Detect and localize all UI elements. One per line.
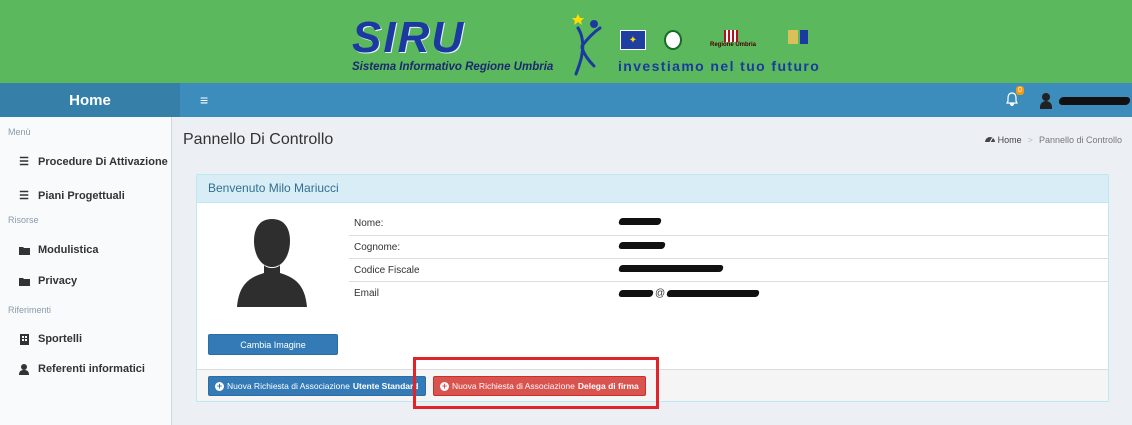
button-label-bold: Delega di firma (577, 381, 639, 391)
button-label: Nuova Richiesta di Associazione (227, 381, 350, 391)
sidebar-item-privacy[interactable]: Privacy (17, 275, 77, 287)
user-icon (17, 363, 31, 375)
main-content: Pannello Di Controllo Home > Pannello di… (173, 117, 1132, 425)
sidebar-item-procedure[interactable]: ☰ Procedure Di Attivazione (17, 155, 168, 169)
sidebar-item-label: Privacy (38, 275, 78, 287)
building-icon (17, 333, 31, 345)
welcome-panel: Benvenuto Milo Mariucci Cambia Imagine N… (196, 174, 1109, 402)
table-row: Codice Fiscale (349, 258, 1109, 281)
regione-umbria-logo: Regione Umbria (706, 30, 766, 52)
notifications-count-badge: 0 (1016, 86, 1024, 95)
plus-circle-icon: + (440, 380, 449, 391)
field-label-nome: Nome: (354, 218, 384, 229)
field-value-cognome (618, 242, 666, 249)
field-value-codice-fiscale (618, 265, 724, 272)
table-row: Email @ (349, 281, 1109, 304)
redacted-username (1058, 97, 1131, 105)
new-delega-request-button[interactable]: + Nuova Richiesta di Associazione Delega… (433, 376, 646, 396)
home-link[interactable]: Home (0, 83, 180, 117)
panel-heading: Benvenuto Milo Mariucci (197, 175, 1108, 203)
breadcrumb-home[interactable]: Home (998, 135, 1022, 145)
sidebar-item-label: Referenti informatici (38, 363, 145, 375)
dashboard-icon (984, 134, 995, 145)
siru-logo: SIRU Sistema Informativo Regione Umbria (352, 13, 554, 76)
partner-logos: ✦ Regione Umbria (620, 30, 840, 52)
menu-toggle-icon[interactable]: ≡ (200, 83, 208, 117)
new-standard-user-request-button[interactable]: + Nuova Richiesta di Associazione Utente… (208, 376, 426, 396)
sidebar-item-referenti[interactable]: Referenti informatici (17, 363, 145, 375)
tagline: investiamo nel tuo futuro (618, 58, 821, 74)
user-icon (1040, 93, 1052, 109)
sidebar: Menù ☰ Procedure Di Attivazione ☰ Piani … (0, 117, 172, 425)
sidebar-item-piani[interactable]: ☰ Piani Progettuali (17, 189, 125, 203)
fse-logo-icon (788, 30, 838, 52)
eu-flag-icon: ✦ (620, 30, 646, 50)
sidebar-header-risorse: Risorse (8, 215, 39, 225)
user-menu[interactable] (1040, 91, 1131, 111)
plus-circle-icon: + (215, 380, 224, 391)
field-value-email: @ (618, 288, 760, 299)
sidebar-item-label: Sportelli (38, 333, 83, 345)
button-label: Nuova Richiesta di Associazione (452, 381, 575, 391)
breadcrumb-separator: > (1027, 134, 1033, 145)
sidebar-item-label: Modulistica (38, 244, 99, 256)
sidebar-item-label: Piani Progettuali (38, 189, 125, 202)
field-label-email: Email (354, 288, 380, 299)
fse-figure-icon (572, 14, 602, 76)
sidebar-item-label: Procedure Di Attivazione (38, 155, 168, 168)
breadcrumb-current: Pannello di Controllo (1038, 134, 1122, 145)
breadcrumb: Home > Pannello di Controllo (984, 134, 1122, 145)
sidebar-item-modulistica[interactable]: Modulistica (17, 244, 99, 256)
page-title: Pannello Di Controllo (183, 131, 334, 148)
change-image-button[interactable]: Cambia Imagine (208, 334, 338, 355)
top-navbar: Home ≡ 0 (0, 83, 1132, 117)
folder-icon (17, 246, 31, 255)
list-icon: ☰ (19, 156, 29, 168)
italian-republic-emblem-icon (664, 30, 682, 50)
button-label-bold: Utente Standard (352, 381, 419, 391)
regione-umbria-label: Regione Umbria (710, 42, 757, 48)
field-label-cognome: Cognome: (354, 242, 401, 253)
sidebar-header-menu: Menù (8, 127, 31, 137)
avatar-placeholder-icon (237, 219, 307, 307)
table-row: Cognome: (349, 235, 1109, 258)
sidebar-item-sportelli[interactable]: Sportelli (17, 333, 82, 345)
siru-logo-subtitle: Sistema Informativo Regione Umbria (352, 61, 554, 73)
notifications-bell-icon[interactable]: 0 (1006, 86, 1028, 112)
header-banner: SIRU Sistema Informativo Regione Umbria … (0, 0, 1132, 83)
list-icon: ☰ (19, 190, 29, 202)
field-label-codice-fiscale: Codice Fiscale (354, 265, 420, 276)
panel-footer: + Nuova Richiesta di Associazione Utente… (197, 369, 1108, 401)
sidebar-header-riferimenti: Riferimenti (8, 305, 52, 315)
folder-icon (17, 277, 31, 286)
user-info-table: Nome: Cognome: Codice Fiscale Email @ (349, 212, 1109, 304)
field-value-nome (618, 218, 662, 225)
table-row: Nome: (349, 212, 1109, 235)
email-at-sign: @ (655, 288, 666, 299)
siru-logo-text: SIRU (352, 13, 466, 62)
